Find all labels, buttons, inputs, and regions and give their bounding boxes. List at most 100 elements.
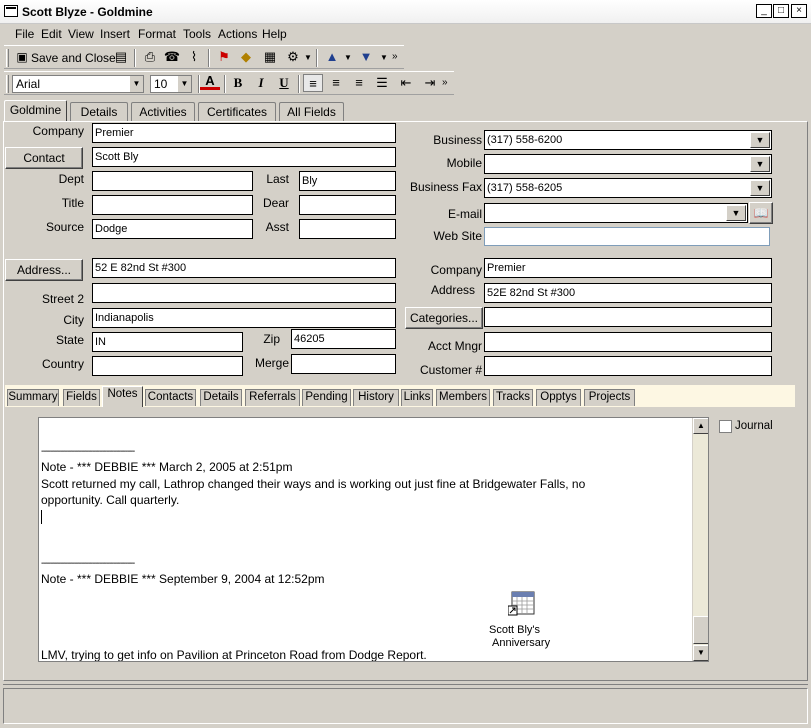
contact-field[interactable]: Scott Bly <box>92 147 396 167</box>
dear-field[interactable] <box>299 195 396 215</box>
menu-insert[interactable]: Insert <box>100 27 130 41</box>
source-field[interactable]: Dodge <box>92 219 253 239</box>
tab-tracks[interactable]: Tracks <box>493 389 533 406</box>
diamond-icon[interactable]: ◆ <box>236 48 256 66</box>
align-left-icon[interactable]: ≡ <box>303 74 323 92</box>
toolbar-overflow-icon[interactable]: » <box>442 77 448 88</box>
menu-file[interactable]: File <box>15 27 34 41</box>
company2-field[interactable]: Premier <box>484 258 772 278</box>
tab-opptys[interactable]: Opptys <box>536 389 581 406</box>
tools-icon[interactable]: ⚙ <box>283 48 303 66</box>
menu-format[interactable]: Format <box>138 27 176 41</box>
asst-field[interactable] <box>299 219 396 239</box>
tab-fields[interactable]: Fields <box>63 389 100 406</box>
tab-details-lower[interactable]: Details <box>200 389 242 406</box>
font-size-select[interactable]: 10 ▼ <box>150 75 192 93</box>
notes-scrollbar[interactable]: ▲ ▼ <box>692 418 708 661</box>
menu-edit[interactable]: Edit <box>41 27 62 41</box>
next-down-icon[interactable]: ▼ <box>356 48 376 66</box>
address-field[interactable]: 52 E 82nd St #300 <box>92 258 396 278</box>
customer-number-field[interactable] <box>484 356 772 376</box>
menu-actions[interactable]: Actions <box>218 27 257 41</box>
street2-field[interactable] <box>92 283 396 303</box>
schedule-icon[interactable]: ▦ <box>260 48 280 66</box>
website-field[interactable] <box>484 227 770 246</box>
align-right-icon[interactable]: ≡ <box>349 74 369 92</box>
increase-indent-icon[interactable]: ⇥ <box>420 74 440 92</box>
address-book-icon[interactable]: 📖 <box>749 202 773 224</box>
state-field[interactable]: IN <box>92 332 243 352</box>
tab-summary[interactable]: Summary <box>7 389 59 406</box>
toolbar-overflow-icon[interactable]: » <box>392 51 398 62</box>
last-field[interactable]: Bly <box>299 171 396 191</box>
calendar-shortcut-icon[interactable] <box>507 590 536 616</box>
chevron-down-icon[interactable]: ▼ <box>177 76 191 92</box>
tab-goldmine[interactable]: Goldmine <box>4 100 67 122</box>
decrease-indent-icon[interactable]: ⇤ <box>396 74 416 92</box>
align-center-icon[interactable]: ≡ <box>326 74 346 92</box>
address-button[interactable]: Address... <box>5 259 83 281</box>
contact-button[interactable]: Contact <box>5 147 83 169</box>
underline-icon[interactable]: U <box>274 74 294 92</box>
tab-members[interactable]: Members <box>436 389 490 406</box>
business-phone-field[interactable]: (317) 558-6200 ▼ <box>484 130 772 150</box>
phone-icon[interactable]: ☎ <box>162 48 182 66</box>
bullets-icon[interactable]: ☰ <box>372 74 392 92</box>
tab-links[interactable]: Links <box>401 389 433 406</box>
chevron-down-icon[interactable]: ▼ <box>726 205 746 221</box>
print-icon[interactable]: ⎙ <box>140 48 160 66</box>
tab-certificates[interactable]: Certificates <box>198 102 276 122</box>
dept-field[interactable] <box>92 171 253 191</box>
bold-icon[interactable]: B <box>228 74 248 92</box>
categories-field[interactable] <box>484 307 772 327</box>
attach-icon[interactable]: ⌇ <box>184 48 204 66</box>
save-icon[interactable]: ▣ <box>12 48 32 66</box>
chevron-down-icon[interactable]: ▼ <box>750 180 770 196</box>
scroll-down-icon[interactable]: ▼ <box>693 645 708 661</box>
font-color-icon[interactable]: A <box>200 74 220 90</box>
tab-notes[interactable]: Notes <box>102 386 143 407</box>
save-close-button[interactable]: Save and Close <box>31 51 116 65</box>
tab-activities[interactable]: Activities <box>131 102 195 122</box>
mobile-field[interactable]: ▼ <box>484 154 772 174</box>
scroll-up-icon[interactable]: ▲ <box>693 418 708 434</box>
close-button[interactable]: × <box>791 4 807 18</box>
merge-field[interactable] <box>291 354 396 374</box>
chevron-down-icon[interactable]: ▼ <box>344 53 352 62</box>
email-field[interactable]: ▼ <box>484 203 748 223</box>
journal-checkbox[interactable] <box>719 420 732 433</box>
acct-mngr-field[interactable] <box>484 332 772 352</box>
chevron-down-icon[interactable]: ▼ <box>750 132 770 148</box>
company-field[interactable]: Premier <box>92 123 396 143</box>
chevron-down-icon[interactable]: ▼ <box>750 156 770 172</box>
menu-help[interactable]: Help <box>262 27 287 41</box>
notes-editor[interactable]: ----------------------------------------… <box>38 417 709 662</box>
chevron-down-icon[interactable]: ▼ <box>304 53 312 62</box>
font-name-select[interactable]: Arial ▼ <box>12 75 144 93</box>
tab-history[interactable]: History <box>353 389 399 406</box>
previous-up-icon[interactable]: ▲ <box>322 48 342 66</box>
tab-all-fields[interactable]: All Fields <box>279 102 344 122</box>
city-field[interactable]: Indianapolis <box>92 308 396 328</box>
chevron-down-icon[interactable]: ▼ <box>129 76 143 92</box>
tab-pending[interactable]: Pending <box>302 389 351 406</box>
categories-button[interactable]: Categories... <box>405 307 483 329</box>
save-as-icon[interactable]: ▤ <box>111 48 131 66</box>
country-field[interactable] <box>92 356 243 376</box>
italic-icon[interactable]: I <box>251 74 271 92</box>
business-fax-field[interactable]: (317) 558-6205 ▼ <box>484 178 772 198</box>
chevron-down-icon[interactable]: ▼ <box>380 53 388 62</box>
tab-projects[interactable]: Projects <box>584 389 635 406</box>
tab-details[interactable]: Details <box>70 102 128 122</box>
title-field[interactable] <box>92 195 253 215</box>
maximize-button[interactable]: □ <box>773 4 789 18</box>
zip-field[interactable]: 46205 <box>291 329 396 349</box>
minimize-button[interactable]: _ <box>756 4 772 18</box>
tab-contacts[interactable]: Contacts <box>145 389 196 406</box>
menu-view[interactable]: View <box>68 27 94 41</box>
flag-icon[interactable]: ⚑ <box>214 48 234 66</box>
scroll-thumb[interactable] <box>693 616 708 644</box>
tab-referrals[interactable]: Referrals <box>245 389 300 406</box>
company-address-field[interactable]: 52E 82nd St #300 <box>484 283 772 303</box>
menu-tools[interactable]: Tools <box>183 27 211 41</box>
